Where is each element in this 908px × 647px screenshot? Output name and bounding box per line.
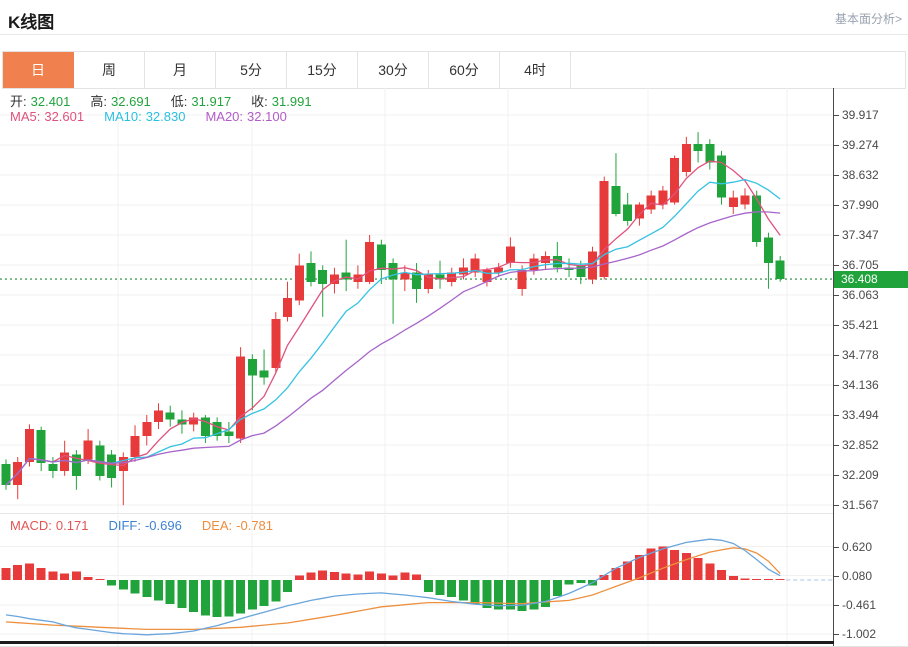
series-label: 低: — [171, 94, 188, 109]
axis-tick-label: 37.347 — [842, 228, 906, 243]
axis-tick-label: -0.461 — [842, 598, 906, 613]
axis-tick-mark — [834, 175, 839, 176]
macd-chart[interactable] — [0, 515, 834, 646]
tab-5分[interactable]: 5分 — [216, 52, 287, 88]
axis-tick-label: 38.632 — [842, 168, 906, 183]
ma-info-row: MA5: 32.601 MA10: 32.830 MA20: 32.100 — [10, 109, 307, 124]
axis-tick-label: 32.852 — [842, 438, 906, 453]
axis-tick-label: 39.917 — [842, 108, 906, 123]
axis-tick-mark — [834, 235, 839, 236]
series-value: -0.696 — [145, 518, 182, 533]
axis-tick-label: 36.063 — [842, 288, 906, 303]
axis-tick-mark — [834, 325, 839, 326]
axis-tick-mark — [834, 295, 839, 296]
axis-tick-label: 31.567 — [842, 498, 906, 513]
axis-tick-label: 37.990 — [842, 198, 906, 213]
axis-tick-mark — [834, 355, 839, 356]
series-label: 收: — [251, 94, 268, 109]
series-value: -0.781 — [236, 518, 273, 533]
axis-tick-mark — [834, 205, 839, 206]
tab-4时[interactable]: 4时 — [500, 52, 571, 88]
axis-tick-mark — [834, 605, 839, 606]
axis-tick-mark — [834, 475, 839, 476]
axis-tick-mark — [834, 385, 839, 386]
axis-tick-mark — [834, 547, 839, 548]
panel-divider — [0, 513, 834, 514]
series-label: DIFF: — [108, 518, 141, 533]
series-label: 高: — [90, 94, 107, 109]
series-value: 32.401 — [31, 94, 71, 109]
series-value: 32.691 — [111, 94, 151, 109]
axis-tick-mark — [834, 445, 839, 446]
series-label: MACD: — [10, 518, 52, 533]
header-divider — [0, 34, 908, 35]
axis-tick-mark — [834, 634, 839, 635]
series-value: 0.171 — [56, 518, 89, 533]
tab-60分[interactable]: 60分 — [429, 52, 500, 88]
series-value: 31.991 — [272, 94, 312, 109]
axis-tick-label: 32.209 — [842, 468, 906, 483]
interval-tab-bar: 日周月5分15分30分60分4时 — [2, 51, 906, 89]
axis-tick-label: -1.002 — [842, 627, 906, 642]
axis-tick-mark — [834, 576, 839, 577]
tab-30分[interactable]: 30分 — [358, 52, 429, 88]
series-label: MA20: — [205, 109, 243, 124]
axis-tick-mark — [834, 505, 839, 506]
axis-tick-label: 34.136 — [842, 378, 906, 393]
series-value: 31.917 — [191, 94, 231, 109]
fundamental-analysis-link[interactable]: 基本面分析> — [835, 10, 902, 27]
axis-tick-mark — [834, 115, 839, 116]
axis-tick-label: 39.274 — [842, 138, 906, 153]
axis-tick-mark — [834, 415, 839, 416]
axis-tick-label: 33.494 — [842, 408, 906, 423]
tab-周[interactable]: 周 — [74, 52, 145, 88]
series-value: 32.830 — [146, 109, 186, 124]
page-title: K线图 — [8, 8, 54, 33]
tab-日[interactable]: 日 — [3, 52, 74, 88]
series-label: MA5: — [10, 109, 40, 124]
axis-tick-label: 35.421 — [842, 318, 906, 333]
series-label: DEA: — [202, 518, 232, 533]
macd-info-row: MACD: 0.171 DIFF: -0.696 DEA: -0.781 — [10, 518, 293, 533]
axis-tick-label: 0.080 — [842, 569, 906, 584]
current-price-tag: 36.408 — [834, 271, 908, 288]
tab-月[interactable]: 月 — [145, 52, 216, 88]
axis-tick-label: 0.620 — [842, 540, 906, 555]
axis-tick-mark — [834, 145, 839, 146]
price-axis-line — [833, 88, 834, 646]
candlestick-chart[interactable] — [0, 88, 834, 513]
series-value: 32.100 — [247, 109, 287, 124]
time-axis-line — [0, 641, 834, 644]
ohlc-info-row: 开: 32.401 高: 32.691 低:31.917 收: 31.991 — [10, 91, 332, 110]
series-label: MA10: — [104, 109, 142, 124]
series-label: 开: — [10, 94, 27, 109]
axis-tick-label: 34.778 — [842, 348, 906, 363]
tab-15分[interactable]: 15分 — [287, 52, 358, 88]
axis-tick-mark — [834, 265, 839, 266]
series-value: 32.601 — [44, 109, 84, 124]
